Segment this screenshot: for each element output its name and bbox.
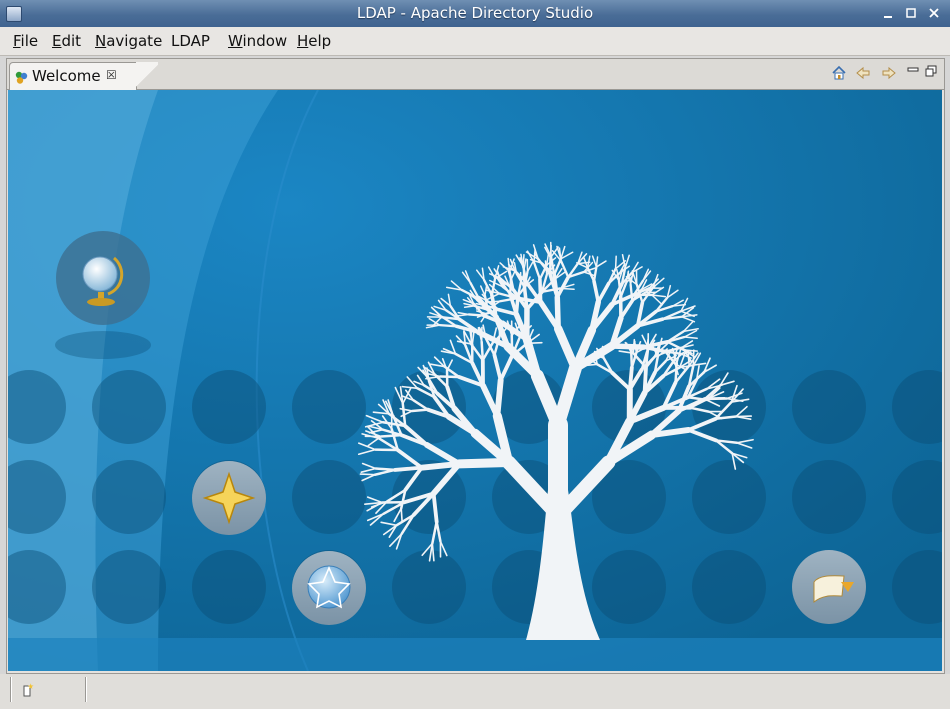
web-icon <box>307 565 351 609</box>
menu-edit[interactable]: Edit <box>52 32 81 50</box>
menu-ldap[interactable]: LDAP <box>171 32 210 50</box>
tree-branch <box>584 363 599 367</box>
web-resources-button[interactable] <box>292 551 366 625</box>
tree-branch <box>480 340 485 362</box>
menu-file[interactable]: File <box>13 32 38 50</box>
close-icon[interactable] <box>927 6 941 20</box>
tree-branch <box>614 255 617 270</box>
workbench-button[interactable] <box>792 550 866 624</box>
fast-view-icon[interactable] <box>22 682 38 698</box>
tab-label: Welcome <box>32 67 101 85</box>
menu-bar: File Edit Navigate LDAP Window Help <box>0 27 950 56</box>
status-bar <box>0 674 950 709</box>
window-title: LDAP - Apache Directory Studio <box>356 4 594 22</box>
welcome-tab-icon <box>14 69 28 84</box>
pattern-circle <box>192 550 266 624</box>
maximize-icon[interactable] <box>904 6 918 20</box>
pattern-circle <box>792 460 866 534</box>
pattern-circle <box>692 370 766 444</box>
tree-branch <box>522 254 525 267</box>
pattern-circle <box>92 370 166 444</box>
editor-tab-strip: Welcome ☒ <box>7 59 944 90</box>
menu-window[interactable]: Window <box>228 32 287 50</box>
tree-branch <box>400 507 403 523</box>
restore-view-icon[interactable] <box>925 62 941 78</box>
tree-branch <box>538 277 543 304</box>
whats-new-button[interactable] <box>192 461 266 535</box>
tree-branch <box>526 341 543 345</box>
tree-branch <box>687 350 690 367</box>
pattern-circle <box>692 460 766 534</box>
tree-branch <box>486 300 501 303</box>
tree-branch <box>494 377 504 419</box>
welcome-page <box>8 90 942 671</box>
minimize-icon[interactable] <box>881 6 895 20</box>
welcome-editor: Welcome ☒ <box>6 58 945 674</box>
tree-branch <box>393 465 424 472</box>
tree-branch <box>418 460 462 471</box>
tab-welcome[interactable]: Welcome ☒ <box>9 62 158 90</box>
minimize-view-icon[interactable] <box>907 62 923 78</box>
tree-branch <box>554 294 561 332</box>
pattern-circle <box>292 460 366 534</box>
tree-branch <box>632 338 636 354</box>
tree-branch <box>410 408 430 413</box>
tab-close-icon[interactable]: ☒ <box>106 68 117 82</box>
tree-branch <box>374 467 397 472</box>
home-icon[interactable] <box>831 65 847 81</box>
pattern-circle <box>192 370 266 444</box>
pattern-circle <box>792 370 866 444</box>
pattern-circle <box>292 370 366 444</box>
pattern-circle <box>92 550 166 624</box>
back-icon[interactable] <box>855 65 871 81</box>
pattern-circle <box>92 460 166 534</box>
menu-help[interactable]: Help <box>297 32 331 50</box>
pattern-circle <box>592 550 666 624</box>
tree-branch <box>454 457 514 469</box>
pattern-circle <box>692 550 766 624</box>
menu-navigate[interactable]: Navigate <box>95 32 162 50</box>
status-separator <box>10 677 12 702</box>
tree-branch <box>629 283 634 302</box>
tree-branch <box>359 473 376 476</box>
title-bar: LDAP - Apache Directory Studio <box>0 0 950 27</box>
status-separator <box>85 677 87 702</box>
forward-icon[interactable] <box>881 65 897 81</box>
globe-button[interactable] <box>55 231 151 359</box>
welcome-background <box>8 90 942 671</box>
